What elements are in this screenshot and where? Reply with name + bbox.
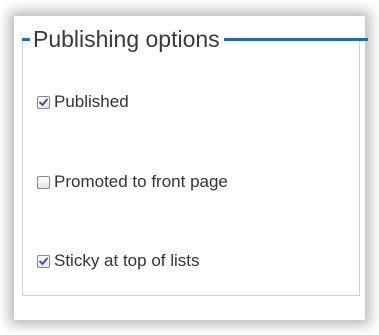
promoted-checkbox[interactable] [37, 175, 50, 189]
option-published[interactable]: Published [37, 90, 129, 114]
legend-right-rule [223, 37, 368, 41]
promoted-label: Promoted to front page [54, 172, 228, 191]
fieldset-legend-row: Publishing options [22, 24, 368, 54]
sticky-label: Sticky at top of lists [54, 251, 200, 270]
published-label: Published [54, 92, 129, 111]
sticky-checkbox[interactable] [37, 254, 50, 268]
published-checkbox[interactable] [37, 95, 50, 109]
checkmark-icon [39, 98, 48, 106]
option-sticky[interactable]: Sticky at top of lists [37, 249, 200, 273]
fieldset-legend: Publishing options [33, 26, 220, 52]
option-promoted[interactable]: Promoted to front page [37, 170, 228, 194]
checkmark-icon [39, 257, 48, 265]
legend-left-rule [22, 37, 30, 41]
